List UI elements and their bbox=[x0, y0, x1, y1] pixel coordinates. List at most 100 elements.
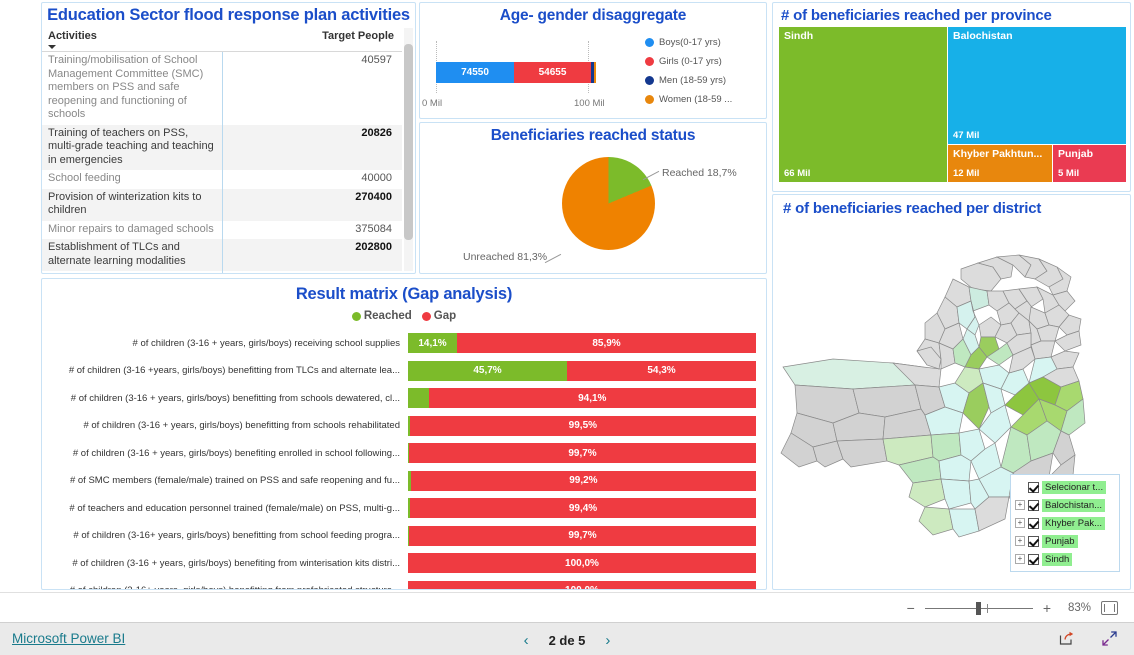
bar-segment-gap[interactable]: 100,0% bbox=[408, 580, 756, 589]
zoom-slider[interactable] bbox=[924, 601, 1033, 615]
previous-page-icon[interactable]: ‹ bbox=[524, 632, 529, 649]
table-row[interactable]: Minor repairs to damaged schools 375084 bbox=[42, 220, 402, 239]
matrix-row[interactable]: # of children (3-16 + years, girls/boys)… bbox=[42, 442, 766, 464]
legend-item-girls[interactable]: Girls (0-17 yrs) bbox=[645, 56, 732, 67]
table-row[interactable]: Training/mobilisation of School Manageme… bbox=[42, 51, 402, 125]
table-row[interactable]: Establishment of prefabricated structure… bbox=[42, 271, 402, 273]
matrix-row[interactable]: # of SMC members (female/male) trained o… bbox=[42, 470, 766, 492]
expand-icon[interactable]: + bbox=[1015, 536, 1025, 546]
result-matrix-title: Result matrix (Gap analysis) bbox=[295, 285, 513, 303]
fit-to-page-icon[interactable] bbox=[1101, 600, 1118, 615]
bar-segment-reached[interactable]: 45,7% bbox=[408, 360, 568, 381]
next-page-icon[interactable]: › bbox=[605, 632, 610, 649]
matrix-row[interactable]: # of children (3-16 + years, girls/boys)… bbox=[42, 552, 766, 574]
cell-activity: Establishment of prefabricated structure… bbox=[42, 271, 222, 273]
fullscreen-icon[interactable] bbox=[1101, 630, 1118, 652]
treemap-cell-balochistan[interactable]: Balochistan 47 Mil bbox=[948, 27, 1126, 144]
legend-item-women[interactable]: Women (18-59 ... bbox=[645, 94, 732, 105]
bar-segment-gap[interactable]: 99,7% bbox=[409, 443, 756, 463]
expand-icon[interactable]: + bbox=[1015, 518, 1025, 528]
slicer-item-balochistan[interactable]: + Balochistan... bbox=[1011, 496, 1119, 514]
province-slicer[interactable]: Selecionar t... + Balochistan... + Khybe… bbox=[1010, 474, 1120, 572]
cell-target: 40000 bbox=[221, 170, 402, 189]
slicer-item-sindh[interactable]: + Sindh bbox=[1011, 550, 1119, 568]
bar-segment-gap[interactable]: 99,5% bbox=[409, 415, 756, 436]
matrix-row-bar: 99,2% bbox=[408, 470, 756, 491]
matrix-row[interactable]: # of children (3-16 + years, girls/boys)… bbox=[42, 332, 766, 354]
matrix-row[interactable]: # of children (3-16 + years, girls/boys)… bbox=[42, 415, 766, 437]
footer-actions bbox=[1058, 630, 1118, 652]
beneficiaries-status-title: Beneficiaries reached status bbox=[490, 127, 696, 144]
matrix-row[interactable]: # of children (3-16+ years, girls/boys) … bbox=[42, 525, 766, 547]
share-icon[interactable] bbox=[1058, 630, 1075, 652]
legend-item-gap[interactable]: Gap bbox=[421, 310, 456, 322]
checkbox-checked-icon[interactable] bbox=[1028, 535, 1039, 547]
treemap-cell-punjab[interactable]: Punjab 5 Mil bbox=[1053, 145, 1126, 182]
bar-segment-gap[interactable]: 94,1% bbox=[428, 388, 756, 408]
age-gender-visual[interactable]: Age- gender disaggregate 74550 54655 0 M… bbox=[419, 2, 767, 119]
zoom-slider-tick bbox=[986, 603, 988, 613]
pie-chart[interactable] bbox=[562, 157, 655, 250]
checkbox-checked-icon[interactable] bbox=[1028, 481, 1039, 493]
checkbox-checked-icon[interactable] bbox=[1028, 517, 1039, 529]
slicer-item-label: Selecionar t... bbox=[1042, 480, 1107, 494]
zoom-out-button[interactable]: − bbox=[907, 600, 915, 616]
slicer-item-khyber-pakhtunkhwa[interactable]: + Khyber Pak... bbox=[1011, 514, 1119, 532]
matrix-row[interactable]: # of children (3-16 +years, girls/boys) … bbox=[42, 360, 766, 382]
bar-segment-girls[interactable]: 54655 bbox=[514, 62, 591, 83]
bar-segment-gap[interactable]: 99,7% bbox=[409, 525, 756, 546]
result-matrix-visual[interactable]: Result matrix (Gap analysis) Reached Gap… bbox=[41, 278, 767, 590]
cell-activity: Minor repairs to damaged schools bbox=[48, 222, 214, 235]
expand-icon[interactable]: + bbox=[1015, 554, 1025, 564]
beneficiaries-status-visual[interactable]: Beneficiaries reached status Reached 18,… bbox=[419, 122, 767, 274]
matrix-row[interactable]: # of children (3-16 + years, girls/boys)… bbox=[42, 387, 766, 409]
activities-table[interactable]: Activities Target People Training/mobili… bbox=[42, 28, 402, 273]
activities-table-visual[interactable]: Education Sector flood response plan act… bbox=[41, 2, 416, 274]
treemap-cell-sindh[interactable]: Sindh 66 Mil bbox=[779, 27, 947, 182]
table-row[interactable]: Training of teachers on PSS, multi-grade… bbox=[42, 124, 402, 170]
axis-tick-100: 100 Mil bbox=[574, 98, 605, 109]
zoom-toolbar: − + 83% bbox=[0, 592, 1134, 622]
table-row[interactable]: School feeding 40000 bbox=[42, 170, 402, 189]
matrix-row-bar: 99,7% bbox=[408, 525, 756, 546]
matrix-row-bar: 94,1% bbox=[408, 388, 756, 408]
bar-segment-reached[interactable] bbox=[408, 388, 429, 408]
matrix-row[interactable]: # of children (3-16+ years, girls/boys) … bbox=[42, 580, 766, 589]
age-gender-legend: Boys(0-17 yrs) Girls (0-17 yrs) Men (18-… bbox=[645, 37, 732, 105]
column-header-activities[interactable]: Activities bbox=[42, 28, 222, 52]
bar-segment-gap[interactable]: 100,0% bbox=[408, 553, 756, 573]
legend-item-men[interactable]: Men (18-59 yrs) bbox=[645, 75, 732, 86]
table-row[interactable]: Establishment of TLCs and alternate lear… bbox=[42, 239, 402, 271]
slicer-item-select-all[interactable]: Selecionar t... bbox=[1011, 478, 1119, 496]
zoom-slider-thumb[interactable] bbox=[975, 601, 981, 615]
treemap-cell-khyber-pakhtunkhwa[interactable]: Khyber Pakhtun... 12 Mil bbox=[948, 145, 1052, 182]
matrix-row[interactable]: # of teachers and education personnel tr… bbox=[42, 497, 766, 519]
matrix-row-bar: 14,1% 85,9% bbox=[408, 333, 756, 353]
activities-table-scroll-area[interactable]: Activities Target People Training/mobili… bbox=[42, 28, 415, 273]
checkbox-checked-icon[interactable] bbox=[1028, 553, 1039, 565]
treemap-cell-value: 47 Mil bbox=[953, 130, 980, 141]
pie-leader-line bbox=[544, 253, 562, 264]
checkbox-checked-icon[interactable] bbox=[1028, 499, 1039, 511]
bar-segment-gap[interactable]: 54,3% bbox=[567, 360, 756, 381]
bar-segment-gap[interactable]: 99,2% bbox=[410, 470, 756, 491]
expand-icon[interactable]: + bbox=[1015, 500, 1025, 510]
slicer-item-punjab[interactable]: + Punjab bbox=[1011, 532, 1119, 550]
matrix-row-bar: 99,4% bbox=[408, 498, 756, 518]
province-treemap-visual[interactable]: # of beneficiaries reached per province … bbox=[772, 2, 1131, 192]
bar-segment-boys[interactable]: 74550 bbox=[436, 62, 514, 83]
bar-segment-women[interactable] bbox=[594, 62, 596, 83]
table-scrollbar-thumb[interactable] bbox=[404, 44, 413, 240]
legend-item-reached[interactable]: Reached bbox=[351, 310, 412, 322]
bar-segment-reached[interactable]: 14,1% bbox=[408, 333, 458, 353]
zoom-in-button[interactable]: + bbox=[1043, 600, 1051, 616]
table-row[interactable]: Provision of winterization kits to child… bbox=[42, 188, 402, 221]
column-header-target-people[interactable]: Target People bbox=[222, 28, 402, 52]
district-map-visual[interactable]: # of beneficiaries reached per district bbox=[772, 194, 1131, 590]
bar-segment-gap[interactable]: 99,4% bbox=[410, 498, 756, 518]
map-plot-area[interactable]: Selecionar t... + Balochistan... + Khybe… bbox=[773, 217, 1130, 577]
legend-item-boys[interactable]: Boys(0-17 yrs) bbox=[645, 37, 732, 48]
bar-segment-gap[interactable]: 85,9% bbox=[457, 333, 756, 353]
matrix-row-label: # of children (3-16 + years, girls/boys)… bbox=[70, 392, 400, 404]
age-gender-stacked-bar[interactable]: 74550 54655 bbox=[436, 62, 620, 83]
